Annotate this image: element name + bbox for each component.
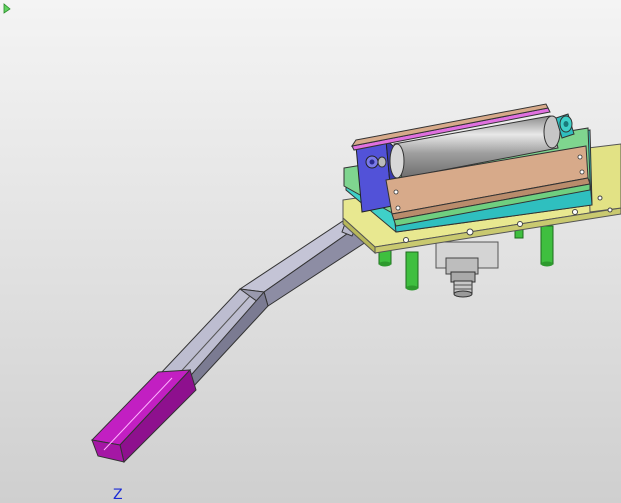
cad-3d-viewport[interactable]: Z xyxy=(0,0,621,503)
axis-z-label: Z xyxy=(113,487,123,503)
model-canvas[interactable] xyxy=(0,0,621,503)
feed-chute xyxy=(159,209,367,389)
triad-arrow-icon xyxy=(3,3,11,14)
chute-tip xyxy=(90,369,197,463)
standoff-leg xyxy=(405,251,419,289)
standoff-leg xyxy=(540,225,554,265)
motor-assembly xyxy=(435,241,499,298)
